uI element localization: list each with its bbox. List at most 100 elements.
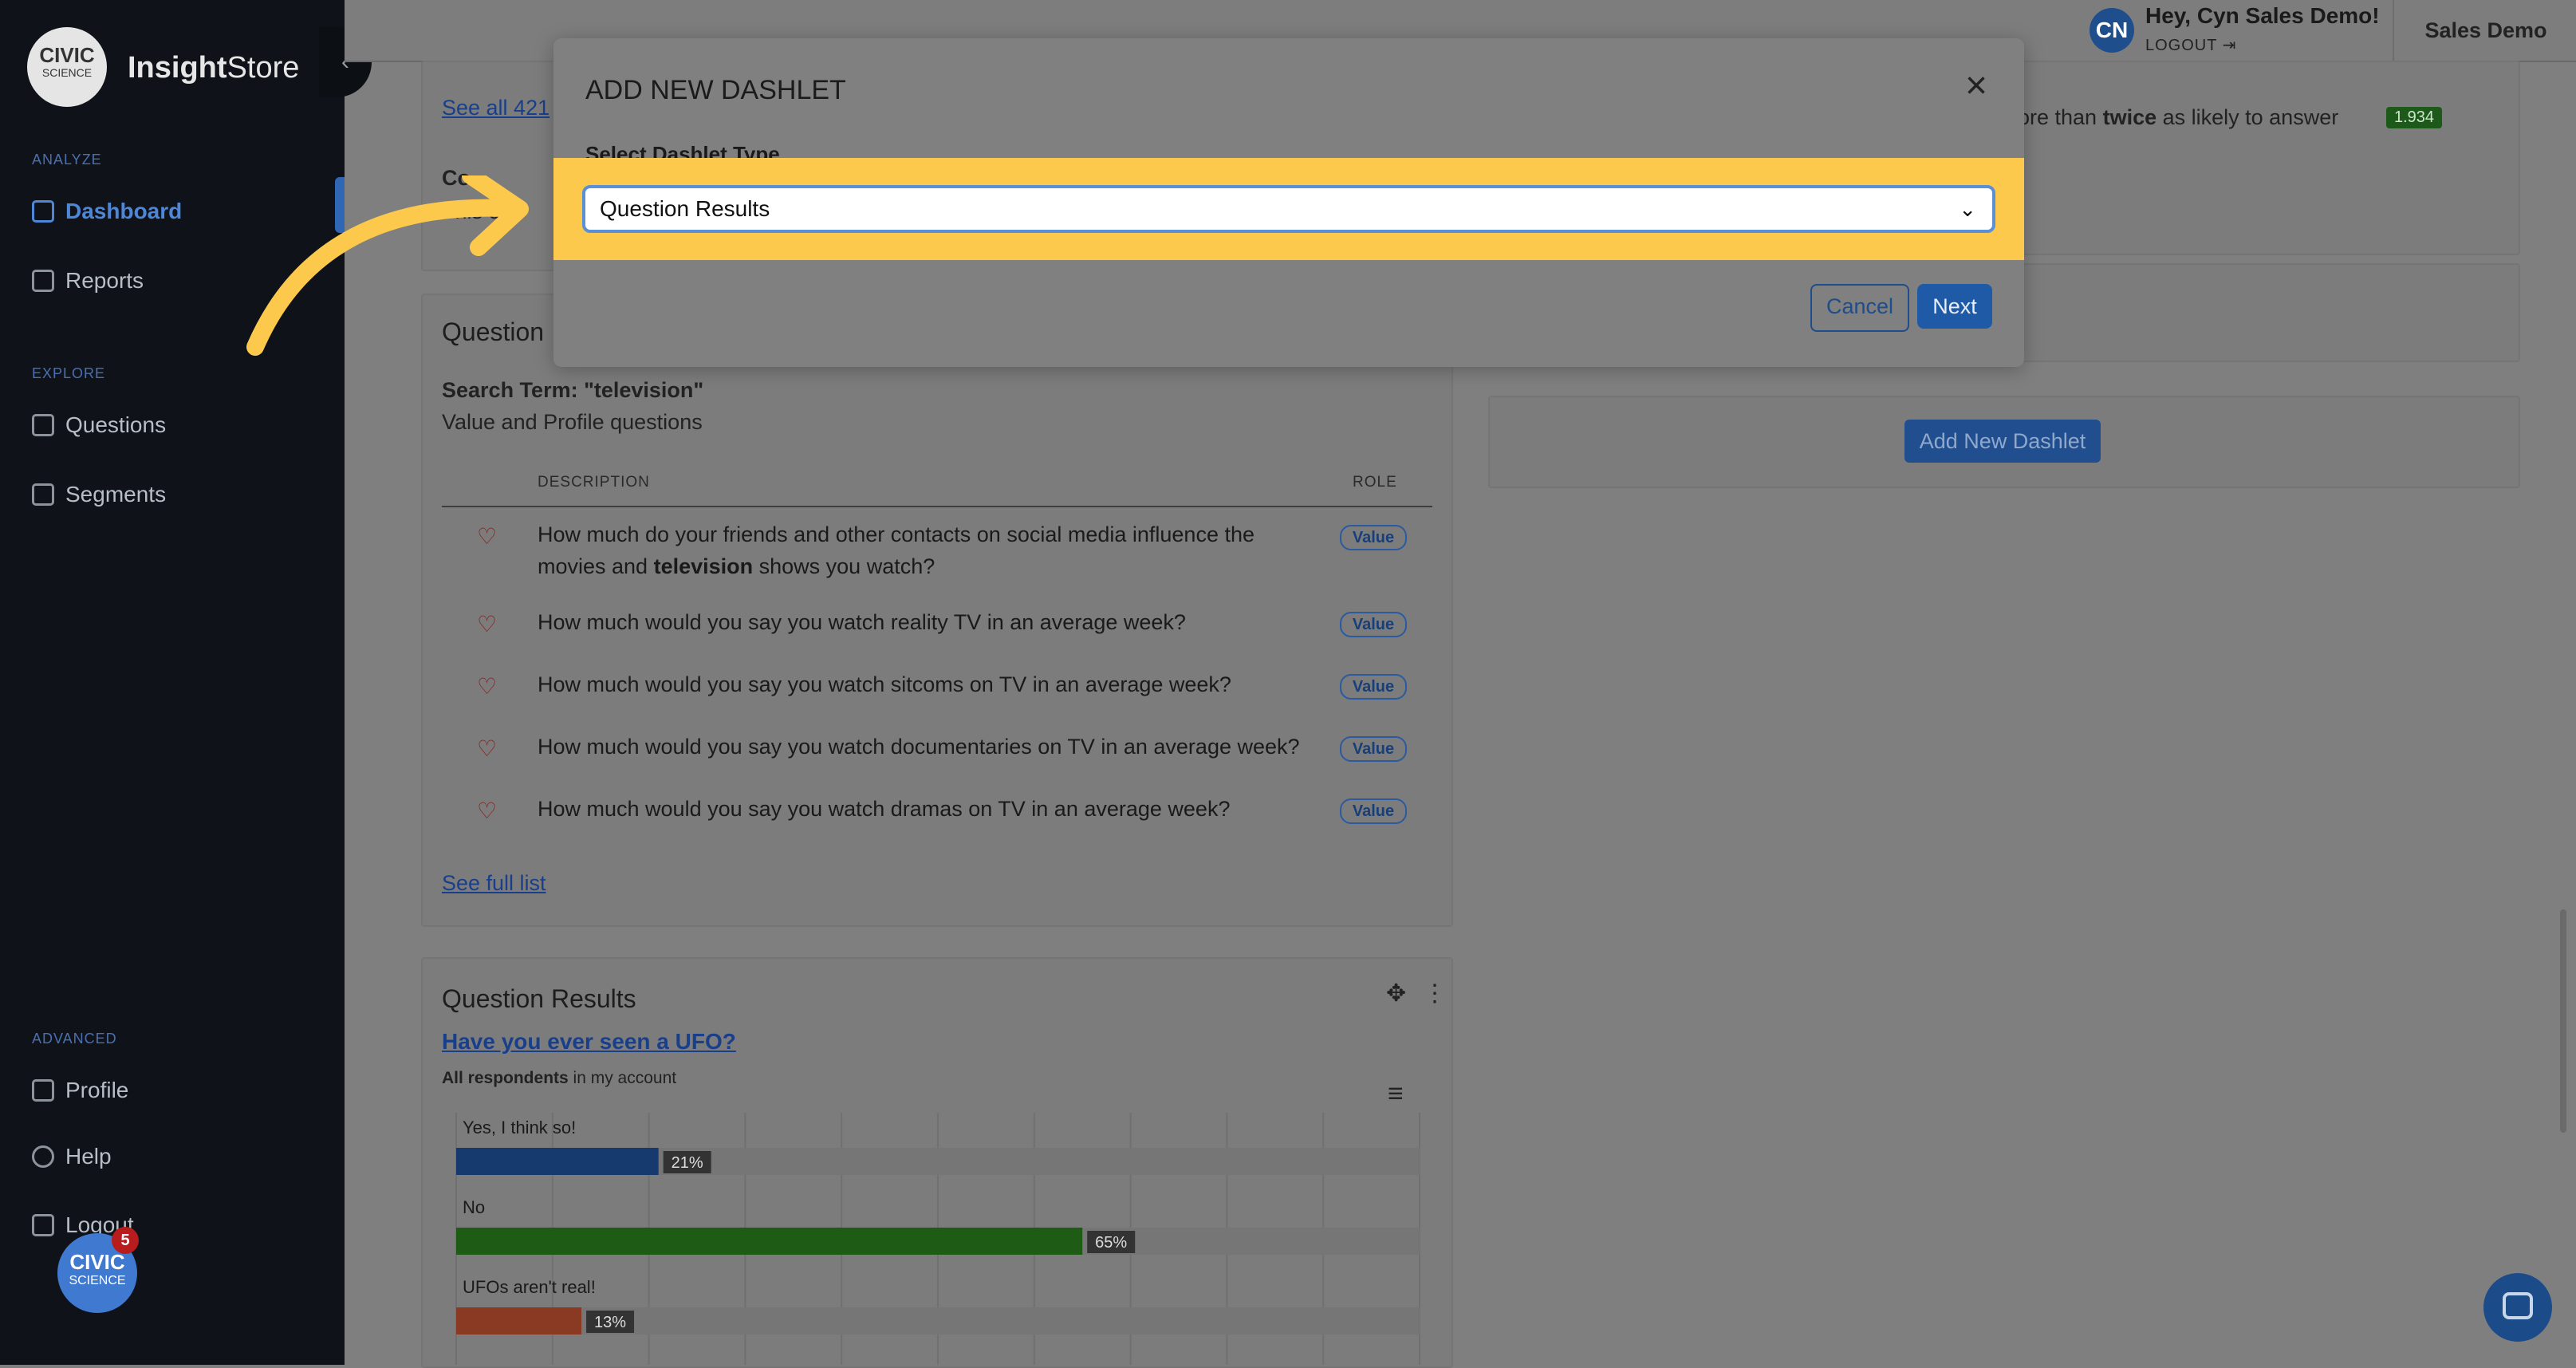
bar-category-label: Yes, I think so! (463, 1118, 576, 1137)
notification-badge: 5 (112, 1227, 139, 1254)
table-header-divider (442, 506, 1432, 507)
bar-category-label: UFOs aren't real! (463, 1277, 596, 1297)
table-row[interactable]: How much would you say you watch reality… (538, 606, 1186, 638)
brand-name: InsightStore (128, 51, 299, 85)
bottom-logo-main: CIVIC (69, 1250, 125, 1274)
favorite-heart-icon[interactable]: ♡ (477, 673, 497, 700)
profile-card-icon (32, 1079, 54, 1102)
sidebar-item-label: Questions (65, 412, 167, 437)
sidebar-item-label: Help (65, 1144, 112, 1169)
brand-bold: Insight (128, 51, 227, 85)
bar[interactable] (456, 1148, 659, 1175)
role-badge: Value (1340, 736, 1407, 762)
role-badge: Value (1340, 612, 1407, 637)
highlight-frame: Question Results ⌄ (553, 158, 2024, 260)
results-bar-chart: Yes, I think so! 21% No 65% UFOs aren't real… (455, 1113, 1420, 1365)
section-label-advanced: ADVANCED (32, 1031, 117, 1047)
logout-label: LOGOUT (2145, 37, 2218, 54)
table-row[interactable]: How much would you say you watch dramas … (538, 793, 1230, 825)
segments-icon (32, 483, 54, 506)
table-row[interactable]: How much would you say you watch documen… (538, 731, 1300, 763)
insight-text: ore than twice as likely to answer (2018, 105, 2338, 130)
annotation-arrow (246, 175, 529, 356)
respondents-rest: in my account (568, 1069, 677, 1087)
logout-icon (32, 1214, 54, 1236)
logo-main-text: CIVIC (39, 43, 95, 67)
row-text-line1: How much do your friends and other conta… (538, 522, 1255, 546)
role-badge: Value (1340, 798, 1407, 824)
see-all-link[interactable]: See all 421 (442, 96, 549, 120)
sidebar-item-help[interactable]: Help (32, 1141, 112, 1173)
add-dashlet-modal: ADD NEW DASHLET × Select Dashlet Type Qu… (553, 38, 2024, 367)
sidebar-item-label: Dashboard (65, 199, 183, 223)
page-scrollbar[interactable] (2560, 909, 2566, 1133)
logo-sub-text: SCIENCE (41, 66, 93, 79)
select-value: Question Results (600, 196, 770, 221)
logout-icon: ⇥ (2222, 37, 2237, 54)
bottom-logo-sub: SCIENCE (69, 1274, 126, 1287)
sidebar-item-dashboard[interactable]: Dashboard (32, 195, 182, 227)
sidebar-item-questions[interactable]: Questions (32, 409, 166, 441)
cancel-button[interactable]: Cancel (1810, 284, 1909, 332)
sidebar-item-label: Profile (65, 1078, 129, 1102)
dashlet-type-select[interactable]: Question Results ⌄ (582, 185, 1995, 233)
role-badge: Value (1340, 525, 1407, 550)
question-list-subtitle: Value and Profile questions (442, 410, 703, 434)
move-icon[interactable]: ✥ (1386, 980, 1406, 1007)
modal-title: ADD NEW DASHLET (585, 75, 846, 105)
favorite-heart-icon[interactable]: ♡ (477, 523, 497, 550)
insight-text-pre: ore than (2018, 105, 2103, 129)
bar[interactable] (456, 1228, 1083, 1255)
insight-text-post: as likely to answer (2157, 105, 2339, 129)
user-avatar[interactable]: CN (2090, 8, 2134, 53)
chat-icon (2503, 1292, 2533, 1319)
sidebar-item-segments[interactable]: Segments (32, 479, 166, 511)
search-term: Search Term: "television" (442, 378, 704, 402)
chat-launcher-button[interactable] (2483, 1273, 2552, 1342)
favorite-heart-icon[interactable]: ♡ (477, 611, 497, 637)
section-label-analyze: ANALYZE (32, 152, 102, 168)
row-text-post: shows you watch? (753, 554, 935, 578)
more-options-icon[interactable]: ⋮ (1423, 980, 1447, 1007)
question-link[interactable]: Have you ever seen a UFO? (442, 1029, 736, 1055)
row-text-pre: movies and (538, 554, 654, 578)
see-full-list-link[interactable]: See full list (442, 871, 546, 896)
favorite-heart-icon[interactable]: ♡ (477, 798, 497, 824)
data-label: 21% (672, 1154, 703, 1172)
respondents-label: All respondents in my account (442, 1069, 676, 1088)
column-header-description: DESCRIPTION (538, 474, 650, 491)
table-row[interactable]: How much do your friends and other conta… (538, 518, 1335, 582)
row-text-line2: movies and television shows you watch? (538, 550, 1335, 582)
bar-category-label: No (463, 1197, 485, 1217)
close-icon[interactable]: × (1965, 67, 1987, 105)
section-label-explore: EXPLORE (32, 365, 106, 381)
favorite-heart-icon[interactable]: ♡ (477, 735, 497, 762)
sidebar-item-reports[interactable]: Reports (32, 265, 144, 297)
arrow-shaft (246, 199, 527, 356)
data-label: 13% (594, 1314, 626, 1331)
next-button[interactable]: Next (1917, 284, 1992, 329)
chevron-down-icon: ⌄ (1959, 197, 1976, 221)
sidebar-item-label: Segments (65, 482, 167, 507)
sidebar-item-label: Reports (65, 268, 144, 293)
question-icon (32, 414, 54, 436)
respondents-bold: All respondents (442, 1069, 569, 1087)
user-greeting: Hey, Cyn Sales Demo! (2145, 3, 2380, 28)
add-new-dashlet-button[interactable]: Add New Dashlet (1904, 420, 2101, 463)
bar[interactable] (456, 1307, 582, 1334)
insight-text-bold: twice (2102, 105, 2157, 129)
dashboard-icon (32, 200, 54, 223)
row-text-bold: television (653, 554, 754, 578)
logout-link[interactable]: LOGOUT ⇥ (2145, 35, 2236, 55)
role-badge: Value (1340, 674, 1407, 700)
column-header-role: ROLE (1353, 474, 1397, 491)
sidebar-item-profile[interactable]: Profile (32, 1074, 128, 1106)
civicscience-logo[interactable]: CIVIC SCIENCE (27, 27, 107, 107)
chart-menu-icon[interactable]: ≡ (1388, 1078, 1404, 1110)
insight-index-badge: 1.934 (2386, 107, 2443, 128)
help-icon (32, 1145, 54, 1168)
account-switcher[interactable]: Sales Demo (2393, 0, 2576, 61)
table-row[interactable]: How much would you say you watch sitcoms… (538, 668, 1231, 700)
document-icon (32, 270, 54, 292)
data-label: 65% (1095, 1234, 1127, 1252)
